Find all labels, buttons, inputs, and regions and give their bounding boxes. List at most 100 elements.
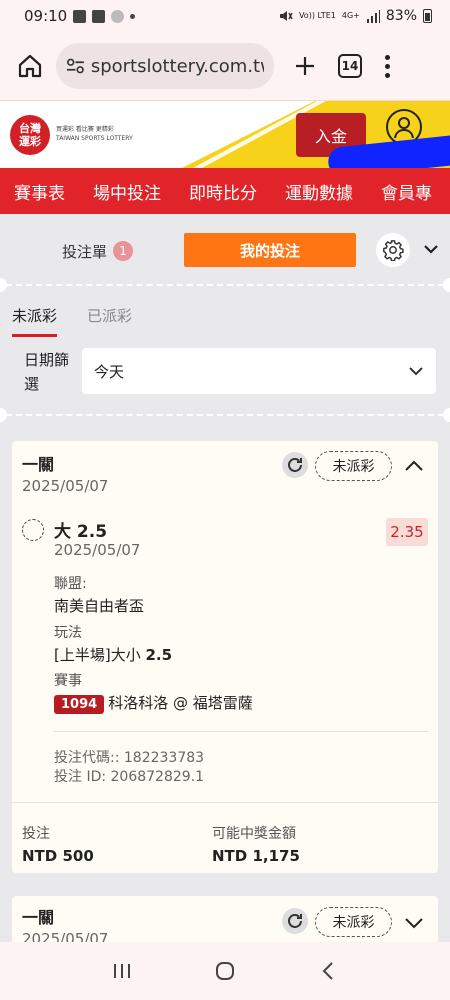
notch-right [443,278,450,292]
date-filter-value: 今天 [94,362,125,381]
date-filter-select[interactable]: 今天 [82,348,436,394]
bet-slip-tab[interactable]: 投注單 1 [62,241,134,262]
date-filter-label: 日期篩選 [24,351,70,393]
bet-type: 一關 [22,455,55,474]
more-notifications-icon [130,13,136,19]
tab-switcher-button[interactable]: 14 [338,54,362,78]
logo-tagline: 買運彩 看比賽 更精彩 TAIWAN SPORTS LOTTERY [56,125,133,143]
selection-status-icon [22,519,44,541]
notch-left [0,408,7,422]
notch-right [443,408,450,422]
settings-button[interactable] [376,233,410,267]
chevron-down-icon [409,367,423,376]
network-4g: 4G+ [341,11,360,20]
nav-live-scores[interactable]: 即時比分 [175,179,271,204]
stake-label: 投注 [22,826,50,842]
bet-slip-count-badge: 1 [113,241,134,261]
event-name: 科洛科洛 @ 福塔雷薩 [108,694,253,712]
kebab-dot [384,63,390,69]
nav-sports-data[interactable]: 運動數據 [271,179,367,204]
card-divider [54,731,428,732]
event-label: 賽事 [54,673,82,689]
bet-date: 2025/05/07 [22,477,109,495]
gear-icon [383,240,404,261]
network-volte: Vo)) LTE1 [298,11,336,20]
browser-menu-button[interactable] [384,54,390,78]
user-icon [394,117,414,139]
nav-member[interactable]: 會員專 [367,179,446,204]
bet-slip-bar: 投注單 1 我的投注 [0,226,450,276]
refresh-icon [288,458,302,472]
league-detail: 聯盟: 南美自由者盃 [54,573,144,616]
payout-label: 可能中獎金額 [212,826,296,842]
main-nav: 賽事表 場中投注 即時比分 運動數據 會員專 [0,168,450,214]
selection-name: 大 2.5 [54,522,108,542]
payout-value: NTD 1,175 [212,847,300,865]
recent-apps-button[interactable] [102,951,142,991]
bet-type: 一關 [22,908,55,927]
chevron-down-icon[interactable] [423,243,439,255]
stake-value: NTD 500 [22,847,94,865]
logo-line2: 運彩 [19,135,41,148]
market-prefix: [上半場]大小 [54,646,146,664]
my-bets-button[interactable]: 我的投注 [184,233,356,267]
market-value: [上半場]大小 2.5 [54,644,172,665]
signal-icon [366,9,380,23]
battery-percent: 83% [385,8,417,24]
selection-date: 2025/05/07 [54,541,141,559]
status-bar: 09:10 Vo)) LTE1 4G+ 83% [0,0,450,32]
mute-icon [279,11,293,21]
status-time: 09:10 [24,7,68,25]
payout-block: 可能中獎金額 NTD 1,175 [212,823,300,865]
refresh-button[interactable] [282,452,308,478]
site-header: 台灣 運彩 買運彩 看比賽 更精彩 TAIWAN SPORTS LOTTERY … [0,100,450,168]
youtube-icon [92,9,106,23]
new-tab-button[interactable] [290,51,320,81]
odds-badge: 2.35 [386,518,428,546]
refresh-button[interactable] [282,908,308,934]
home-nav-button[interactable] [205,951,245,991]
plus-icon [296,57,314,75]
gallery-icon [73,9,87,23]
logo-line1: 台灣 [19,122,41,135]
logo-tagline-en: TAIWAN SPORTS LOTTERY [56,135,133,142]
address-bar[interactable]: sportslottery.com.tw [56,43,274,89]
back-button[interactable] [308,951,348,991]
home-icon [18,54,42,78]
kebab-dot [384,72,390,78]
date-filter: 日期篩選 今天 [24,348,436,396]
card-divider [12,802,438,803]
market-detail: 玩法 [上半場]大小 2.5 [54,622,172,665]
market-label: 玩法 [54,625,82,641]
kebab-dot [384,54,390,60]
league-value: 南美自由者盃 [54,597,145,615]
tab-unsettled[interactable]: 未派彩 [12,305,58,337]
site-settings-icon [66,58,84,74]
notch-left [0,278,7,292]
url-text: sportslottery.com.tw [90,55,264,77]
divider-dashed [6,414,444,416]
status-left: 09:10 [24,7,136,25]
status-right: Vo)) LTE1 4G+ 83% [279,8,432,24]
bet-code: 投注代碼:: 182233783 [54,750,205,766]
divider-dashed [6,284,444,286]
bet-id: 投注 ID: 206872829.1 [54,769,205,785]
recent-apps-icon [113,964,130,978]
home-button[interactable] [14,50,46,82]
chevron-down-icon[interactable] [404,916,424,930]
event-value: 1094 科洛科洛 @ 福塔雷薩 [54,692,253,714]
logo-tagline-zh: 買運彩 看比賽 更精彩 [56,126,114,133]
event-code-badge: 1094 [54,695,105,714]
chevron-up-icon[interactable] [404,459,424,473]
nav-live-betting[interactable]: 場中投注 [79,179,175,204]
refresh-icon [288,914,302,928]
league-label: 聯盟: [54,576,87,592]
site-logo[interactable]: 台灣 運彩 [10,115,50,155]
tab-settled[interactable]: 已派彩 [87,305,132,337]
back-icon [322,962,334,980]
bet-status-badge: 未派彩 [315,907,392,937]
browser-toolbar: sportslottery.com.tw 14 [0,32,450,100]
bet-card: 一關 2025/05/07 未派彩 大 2.5 2025/05/07 2.35 … [12,441,438,873]
nav-schedule[interactable]: 賽事表 [0,179,79,204]
home-circle-icon [215,962,234,980]
